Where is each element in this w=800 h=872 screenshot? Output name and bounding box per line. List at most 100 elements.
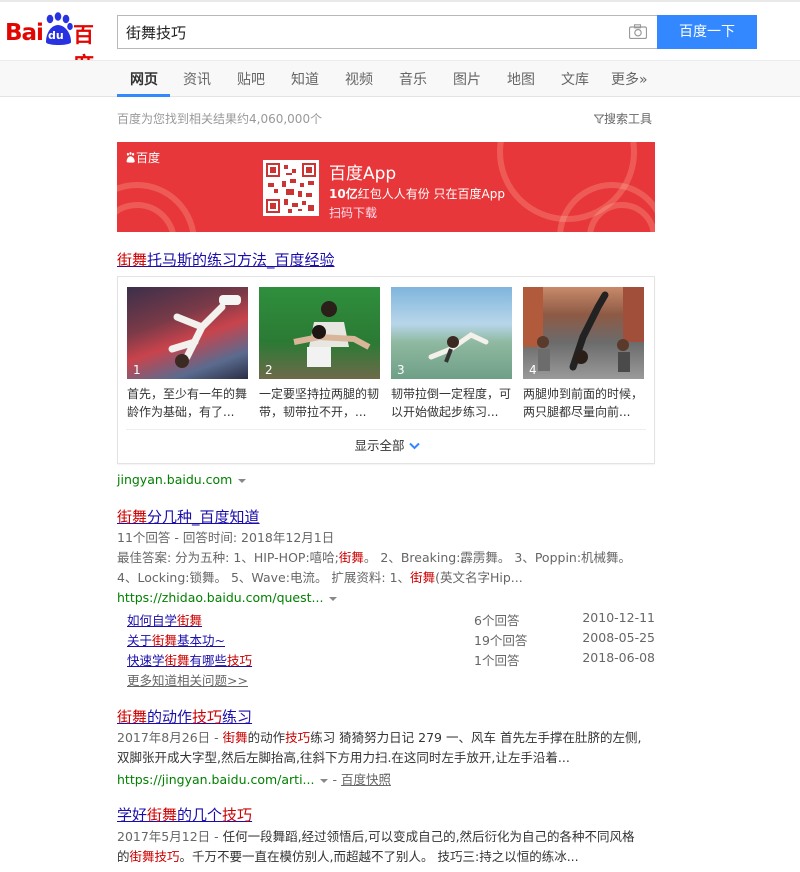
dancer-figure	[168, 295, 241, 368]
search-button[interactable]: 百度一下	[657, 15, 757, 49]
question-text: 如何自学	[127, 613, 178, 628]
step-item[interactable]: 3 韧带拉倒一定程度，可以开始做起步练习...	[391, 287, 513, 421]
title-text: 练习	[222, 708, 253, 726]
step-text: 一定要坚持拉两腿的韧带，韧带拉不开，...	[259, 387, 380, 419]
result-title[interactable]: 街舞托马斯的练习方法_百度经验	[117, 249, 335, 270]
related-question-link[interactable]: 快速学街舞有哪些技巧	[127, 650, 252, 669]
related-question-link[interactable]: 如何自学街舞	[127, 610, 202, 629]
step-number: 4	[529, 363, 537, 377]
step-item[interactable]: 4 两腿帅到前面的时候，两只腿都尽量向前...	[523, 287, 645, 421]
title-highlight: 街舞	[147, 806, 178, 824]
qr-code	[263, 160, 319, 216]
tab-more[interactable]: 更多»	[611, 69, 648, 89]
banner-subtitle-rest: 红包人人有份 只在百度App	[357, 187, 505, 201]
step-text: 韧带拉倒一定程度，可以开始做起步练习...	[391, 387, 512, 419]
result-meta: 11个回答 - 回答时间: 2018年12月1日	[117, 530, 335, 545]
abstract-text: 最佳答案: 分为五种: 1、HIP-HOP:嘻哈;	[117, 550, 339, 565]
show-all-button[interactable]: 显示全部	[118, 435, 656, 454]
tab-map[interactable]: 地图	[507, 69, 535, 89]
abstract-text: (英文名字Hip...	[435, 570, 523, 585]
result-url[interactable]: jingyan.baidu.com	[117, 472, 247, 487]
baidu-logo[interactable]: Bai du 百度	[5, 12, 109, 77]
abstract-text: 。千万不要一直在模仿别人,而超越不了别人。 技巧三:持之以恒的练冰...	[179, 849, 579, 864]
camera-icon[interactable]	[629, 24, 647, 39]
caret-down-icon[interactable]	[329, 596, 338, 601]
result-date: 2017年8月26日 -	[117, 730, 223, 745]
question-date: 2008-05-25	[582, 630, 655, 645]
step-item[interactable]: 1 首先，至少有一年的舞龄作为基础，有了...	[127, 287, 249, 421]
title-highlight: 街舞	[117, 251, 148, 269]
step-number: 3	[397, 363, 405, 377]
tab-web[interactable]: 网页	[130, 69, 158, 89]
step-text: 两腿帅到前面的时候，两只腿都尽量向前...	[523, 387, 644, 419]
search-tools-label: 搜索工具	[604, 112, 653, 126]
tab-wenku[interactable]: 文库	[561, 69, 589, 89]
tab-tieba[interactable]: 贴吧	[237, 69, 265, 89]
dancer-figure	[428, 332, 489, 363]
result-title[interactable]: 街舞的动作技巧练习	[117, 706, 252, 727]
banner-brand-label: 百度	[136, 151, 161, 165]
experience-steps-card: 1 首先，至少有一年的舞龄作为基础，有了... 2 一定要坚持拉两腿的韧带，韧带…	[117, 276, 655, 464]
question-highlight: 技巧	[227, 653, 253, 668]
abstract-text: 的动作	[247, 730, 286, 745]
chevron-down-icon	[408, 442, 420, 450]
filter-icon	[593, 114, 605, 124]
question-highlight: 街舞	[164, 653, 190, 668]
result-url[interactable]: https://jingyan.baidu.com/arti... - 百度快照	[117, 769, 391, 788]
result-url[interactable]: https://zhidao.baidu.com/quest...	[117, 590, 338, 605]
result-date: 2017年5月12日 -	[117, 829, 223, 844]
question-highlight: 街舞	[152, 633, 178, 648]
tab-video[interactable]: 视频	[345, 69, 373, 89]
snapshot-link[interactable]: 百度快照	[341, 772, 391, 787]
step-item[interactable]: 2 一定要坚持拉两腿的韧带，韧带拉不开，...	[259, 287, 381, 421]
question-text: 快速学	[127, 653, 165, 668]
tab-news[interactable]: 资讯	[183, 69, 211, 89]
search-tabs: 网页 资讯 贴吧 知道 视频 音乐 图片 地图 文库 更多»	[0, 60, 800, 97]
logo-du: du	[48, 29, 64, 42]
related-question-link[interactable]: 关于街舞基本功~	[127, 630, 225, 649]
result-url-text: https://zhidao.baidu.com/quest...	[117, 590, 324, 605]
title-text: 的动作	[147, 708, 193, 726]
question-date: 2018-06-08	[582, 650, 655, 665]
result-abstract: 11个回答 - 回答时间: 2018年12月1日 最佳答案: 分为五种: 1、H…	[117, 528, 657, 588]
abstract-line: 最佳答案: 分为五种: 1、HIP-HOP:嘻哈;街舞。 2、Breaking:…	[117, 548, 657, 568]
search-input[interactable]	[126, 16, 616, 48]
result-abstract: 2017年5月12日 - 任何一段舞蹈,经过领悟后,可以变成自己的,然后衍化为自…	[117, 827, 657, 867]
more-zhidao-link[interactable]: 更多知道相关问题>>	[127, 670, 248, 689]
title-text: 托马斯的练习方法_百度经验	[147, 251, 335, 269]
caret-down-icon[interactable]	[238, 478, 247, 483]
result-title[interactable]: 学好街舞的几个技巧	[117, 804, 252, 825]
abstract-line: 双脚张开成大字型,然后左脚抬高,往斜下方用力扫.在这同时左手放开,让左手沿着..…	[117, 750, 570, 765]
banner-app-title: 百度App	[329, 164, 397, 184]
abstract-highlight: 街舞	[338, 550, 364, 565]
step-text: 首先，至少有一年的舞龄作为基础，有了...	[127, 387, 248, 419]
abstract-text: 练习 猗猗努力日记 279 一、风车 首先左手撑在肚脐的左侧,	[310, 730, 642, 745]
abstract-highlight: 街舞	[129, 849, 155, 864]
banner-subtitle-bold: 10亿	[329, 187, 358, 201]
search-box	[117, 15, 657, 49]
app-promo-banner[interactable]: 百度 百度App 10亿红包人人有份 只在百度App 扫码下载	[117, 142, 655, 232]
abstract-highlight: 技巧	[154, 849, 180, 864]
result-title[interactable]: 街舞分几种_百度知道	[117, 506, 260, 527]
active-tab-indicator	[117, 94, 170, 97]
answer-count: 1个回答	[474, 653, 520, 668]
abstract-line: 2017年8月26日 - 街舞的动作技巧练习 猗猗努力日记 279 一、风车 首…	[117, 728, 657, 748]
show-all-label: 显示全部	[354, 438, 405, 453]
result-stats: 百度为您找到相关结果约4,060,000个	[117, 112, 323, 126]
banner-app-subtitle: 10亿红包人人有份 只在百度App	[329, 185, 505, 202]
tab-images[interactable]: 图片	[453, 69, 481, 89]
qr-code-pattern	[266, 163, 316, 213]
tab-music[interactable]: 音乐	[399, 69, 427, 89]
title-highlight: 技巧	[222, 806, 253, 824]
step-number: 2	[265, 363, 273, 377]
search-tools-button[interactable]: 搜索工具	[593, 110, 653, 127]
question-text: 关于	[127, 633, 153, 648]
title-text: 分几种_百度知道	[147, 508, 260, 526]
abstract-highlight: 技巧	[285, 730, 311, 745]
title-highlight: 街舞	[117, 708, 148, 726]
result-url-text: https://jingyan.baidu.com/arti...	[117, 772, 315, 787]
tab-zhidao[interactable]: 知道	[291, 69, 319, 89]
title-highlight: 技巧	[192, 708, 223, 726]
abstract-highlight: 街舞	[410, 570, 436, 585]
related-question-row: 关于街舞基本功~ 19个回答 2008-05-25	[127, 630, 657, 650]
